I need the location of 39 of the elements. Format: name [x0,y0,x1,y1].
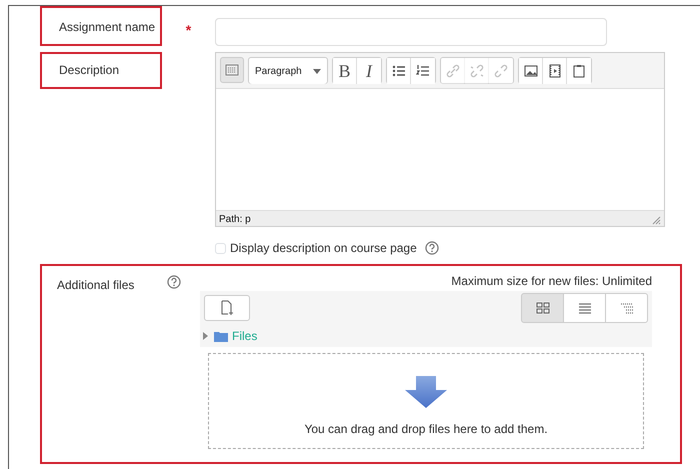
folder-icon [214,330,228,342]
keyboard-icon [224,62,240,78]
media-button[interactable] [543,58,567,84]
toolbar-toggle-button[interactable] [220,57,244,83]
add-file-button[interactable] [204,295,250,321]
image-icon [522,63,538,79]
numbered-list-button[interactable] [411,58,435,84]
field-label: Assignment name [40,6,162,46]
drop-zone[interactable]: You can drag and drop files here to add them. [208,353,644,449]
down-arrow-icon [405,376,447,408]
paste-button[interactable] [567,58,591,84]
checkbox-label: Display description on course page [230,240,417,257]
link-icon [444,63,460,79]
icon-view-button[interactable] [521,293,564,323]
resize-handle[interactable] [652,216,661,225]
max-size-text: Maximum size for new files: Unlimited [451,274,652,288]
required-mark: * [186,22,192,38]
caret-icon [313,68,321,74]
expand-icon[interactable] [202,332,210,340]
help-icon[interactable] [424,241,439,255]
film-icon [546,63,562,79]
link-icon [493,63,509,79]
path-text: Path: p [219,213,251,225]
checkbox[interactable] [215,242,226,254]
add-file-icon [220,300,234,316]
drop-hint: You can drag and drop files here to add them. [304,421,548,438]
bullet-list-button[interactable] [387,58,411,84]
bullet-list-icon [390,63,406,79]
image-button[interactable] [519,58,543,84]
help-icon[interactable] [167,275,181,289]
bold-button[interactable]: B [333,58,357,84]
text-input[interactable] [215,18,607,46]
field-label: Description [40,52,162,89]
grid-icon [534,300,550,316]
field-label: Additional files [56,277,136,294]
broken-link-icon [468,63,484,79]
clipboard-icon [571,63,587,79]
list-view-button[interactable] [563,293,606,323]
italic-button[interactable]: I [357,58,381,84]
